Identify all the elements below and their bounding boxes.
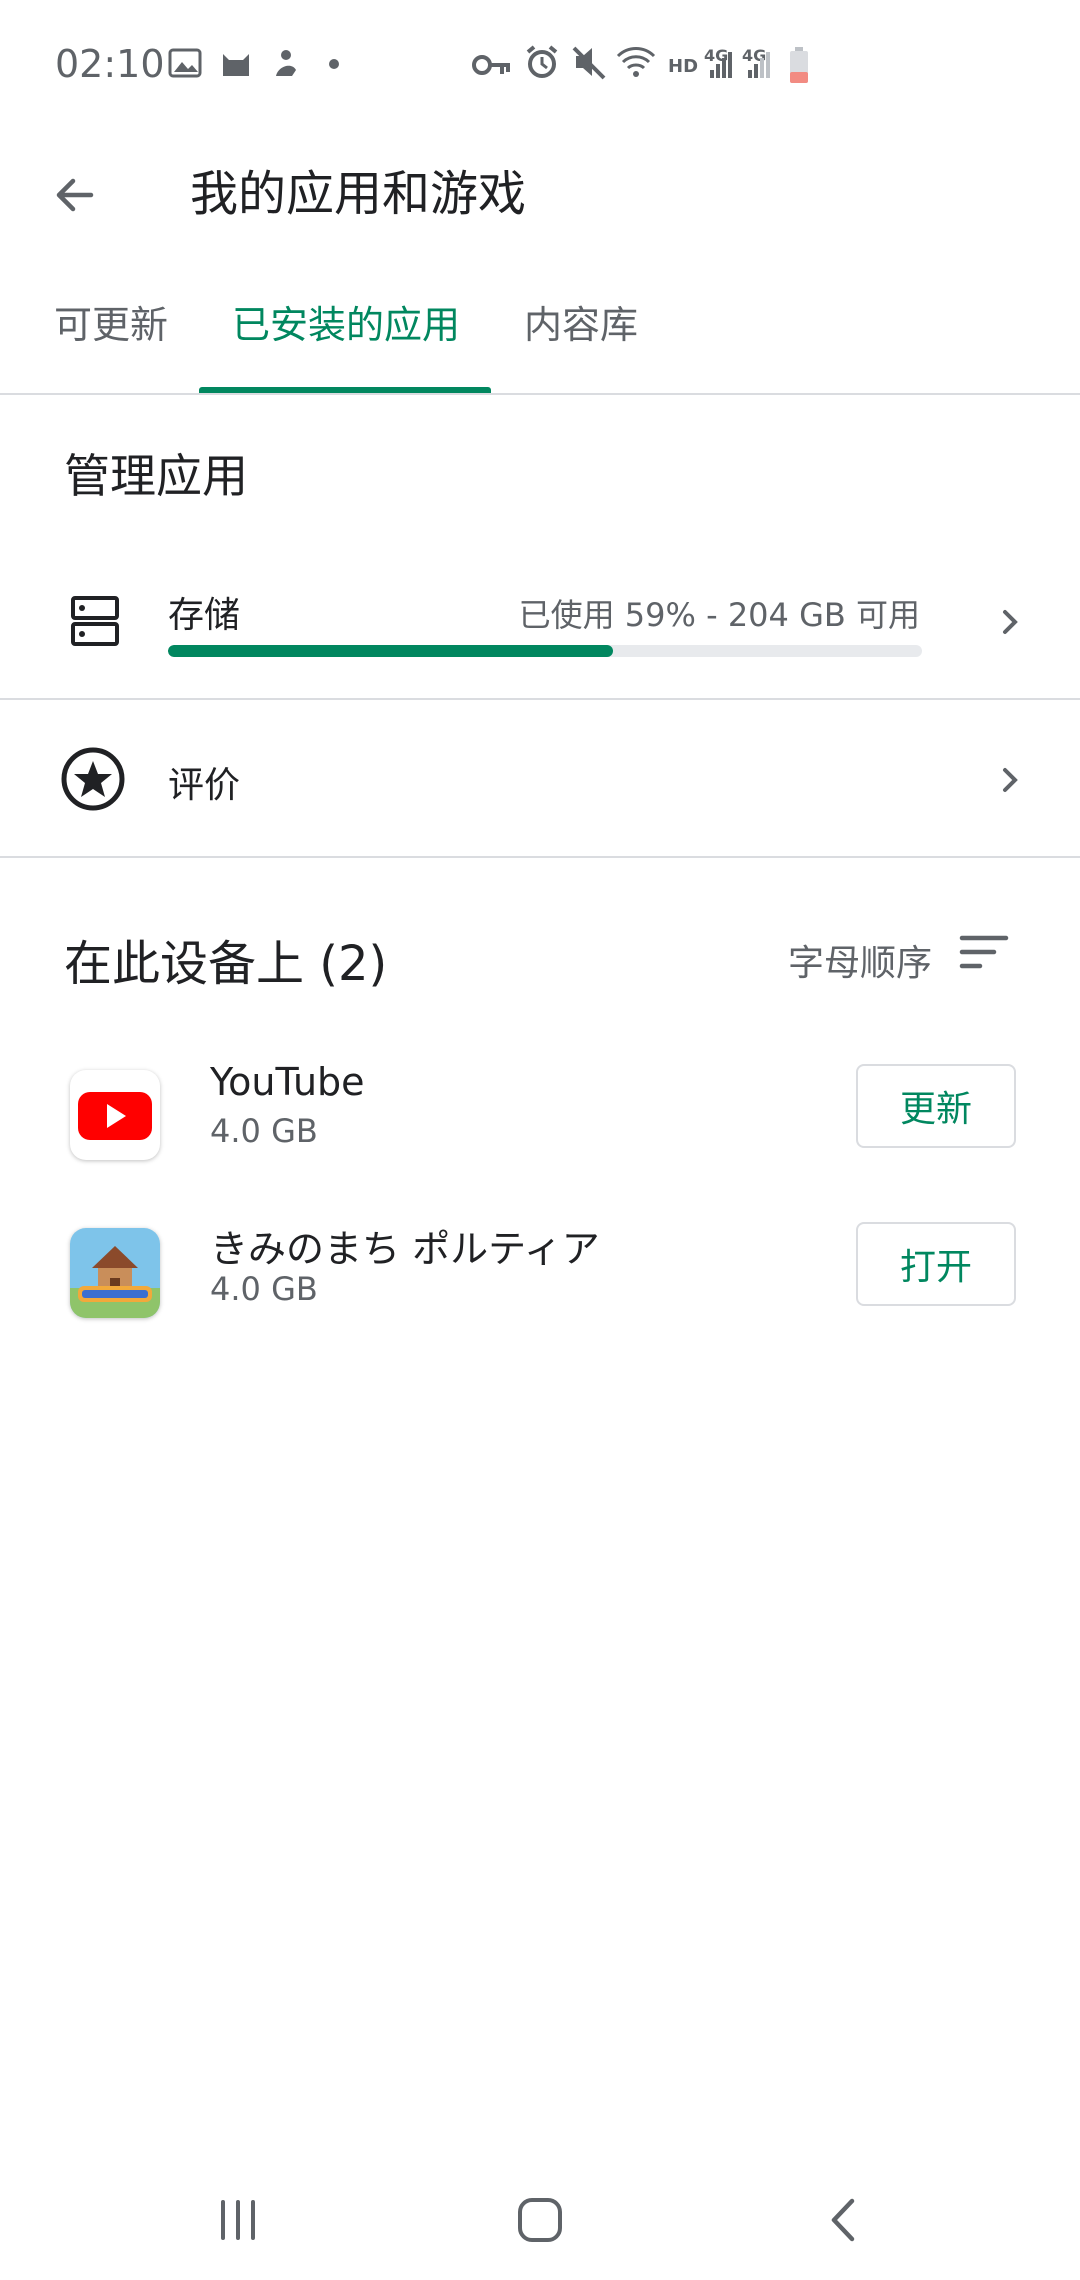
portia-app-icon	[70, 1228, 160, 1318]
mute-icon	[572, 46, 606, 80]
page-title: 我的应用和游戏	[190, 166, 527, 222]
manage-apps-title: 管理应用	[64, 449, 248, 503]
app-list-item[interactable]: きみのまち ポルティア 4.0 GB 打开	[0, 1218, 1080, 1348]
storage-label: 存储	[168, 595, 241, 636]
key-icon	[472, 55, 510, 75]
cat-icon	[223, 54, 249, 76]
tab-installed[interactable]: 已安装的应用	[232, 294, 460, 395]
wifi-icon	[616, 47, 656, 77]
sort-icon[interactable]	[958, 932, 1010, 972]
ratings-row[interactable]	[0, 700, 1080, 856]
storage-icon	[71, 596, 119, 646]
storage-progress-fill	[168, 645, 613, 657]
storage-usage-text: 已使用 59% - 204 GB 可用	[518, 596, 920, 634]
dot-icon	[329, 59, 339, 69]
battery-icon	[790, 47, 808, 83]
arrow-back-icon	[56, 178, 94, 212]
system-nav-bar	[0, 2160, 1080, 2280]
open-button[interactable]: 打开	[856, 1222, 1016, 1306]
ratings-label: 评价	[168, 765, 241, 806]
divider	[0, 856, 1080, 858]
alarm-icon	[526, 45, 558, 78]
hd-label: HD	[668, 56, 699, 77]
chevron-right-icon[interactable]	[990, 760, 1030, 800]
update-button[interactable]: 更新	[856, 1064, 1016, 1148]
tab-updates[interactable]: 可更新	[54, 294, 168, 395]
tab-library[interactable]: 内容库	[524, 294, 638, 395]
status-time: 02:10	[55, 42, 165, 86]
app-name: きみのまち ポルティア	[210, 1227, 600, 1271]
back-nav-button[interactable]	[804, 2190, 884, 2250]
app-list-item[interactable]: YouTube 4.0 GB 更新	[0, 1060, 1080, 1190]
storage-progress-bar	[168, 645, 922, 657]
signal-4g-icon	[710, 52, 732, 78]
signal-4g-icon	[748, 52, 770, 78]
app-bar: 我的应用和游戏	[0, 130, 1080, 260]
tab-bar: 可更新 已安装的应用 内容库	[0, 270, 1080, 395]
back-nav-icon	[831, 2198, 855, 2242]
sort-label[interactable]: 字母顺序	[788, 934, 932, 986]
device-section-title: 在此设备上 (2)	[64, 936, 388, 992]
home-icon	[518, 2198, 562, 2242]
back-button[interactable]	[40, 160, 110, 230]
figure-icon	[276, 50, 296, 76]
image-icon	[168, 48, 202, 78]
app-size: 4.0 GB	[210, 1112, 318, 1150]
youtube-app-icon	[70, 1070, 160, 1160]
recent-apps-button[interactable]	[198, 2190, 278, 2250]
tab-indicator	[199, 387, 491, 393]
home-button[interactable]	[500, 2190, 580, 2250]
recents-icon	[221, 2200, 255, 2240]
app-size: 4.0 GB	[210, 1270, 318, 1308]
status-bar: 02:10 HD 4G 4G	[0, 0, 1080, 130]
chevron-right-icon[interactable]	[990, 602, 1030, 642]
app-name: YouTube	[210, 1060, 365, 1104]
star-circle-icon	[61, 747, 125, 811]
